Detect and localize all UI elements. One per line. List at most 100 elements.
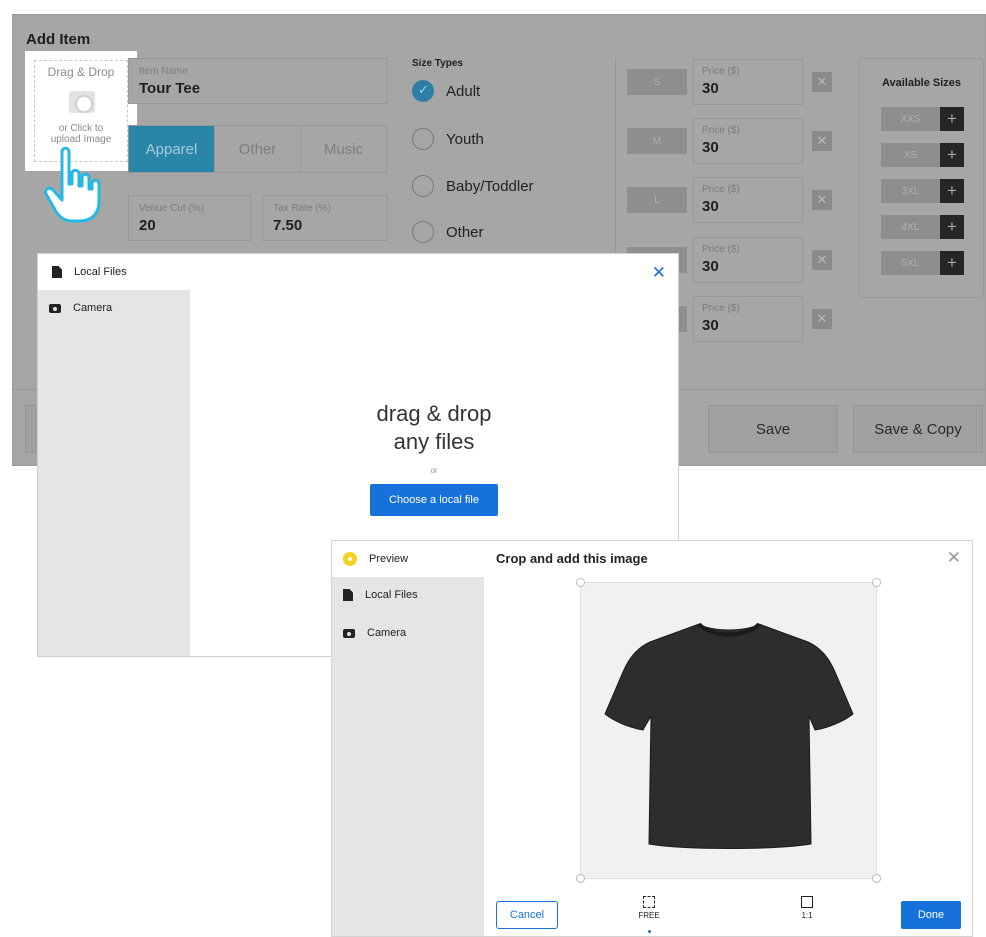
selected-indicator <box>648 930 651 933</box>
camera-icon <box>49 303 61 313</box>
crop-sidebar: Preview Local Files Camera <box>332 541 484 936</box>
crop-handle[interactable] <box>872 578 881 587</box>
radio-other[interactable]: Other <box>412 221 484 243</box>
venue-cut-label: Venue Cut (%) <box>139 203 205 214</box>
size-label: 4XL <box>881 215 940 239</box>
sidebar-item-preview[interactable]: Preview <box>332 541 484 577</box>
crop-square-label: 1:1 <box>801 911 813 920</box>
file-icon <box>52 266 62 278</box>
size-chip-l[interactable]: L <box>627 187 687 213</box>
radio-baby-toddler[interactable]: Baby/Toddler <box>412 175 534 197</box>
add-size-5xl[interactable]: 5XL + <box>881 251 964 275</box>
sidebar-item-label: Preview <box>369 553 409 565</box>
choose-local-file-button[interactable]: Choose a local file <box>370 484 498 516</box>
add-size-xxs[interactable]: XXS + <box>881 107 964 131</box>
crop-square-option[interactable]: 1:1 <box>787 896 827 920</box>
camera-icon <box>343 628 355 638</box>
available-sizes-title: Available Sizes <box>881 77 962 89</box>
tax-rate-label: Tax Rate (%) <box>273 203 331 214</box>
save-and-copy-button[interactable]: Save & Copy <box>853 405 983 453</box>
crop-square-icon <box>801 896 813 908</box>
crop-modal: Preview Local Files Camera Crop and add … <box>331 540 973 937</box>
screen-root: Add Item Drag & Drop or Click to upload … <box>0 0 986 937</box>
sidebar-item-camera[interactable]: Camera <box>49 302 112 314</box>
price-value: 30 <box>702 80 719 97</box>
tab-music[interactable]: Music <box>300 126 386 172</box>
radio-youth[interactable]: Youth <box>412 128 484 150</box>
drag-drop-line2: any files <box>393 429 475 454</box>
close-icon[interactable]: ✕ <box>652 263 666 283</box>
sidebar-item-camera[interactable]: Camera <box>343 627 406 639</box>
crop-free-option[interactable]: FREE <box>629 896 669 920</box>
drag-drop-line1: drag & drop <box>376 401 492 426</box>
plus-icon[interactable]: + <box>940 251 964 275</box>
price-label: Price ($) <box>702 244 740 255</box>
close-icon[interactable]: ✕ <box>947 548 961 568</box>
upload-modal-header: Local Files ✕ <box>38 254 678 290</box>
size-types-label: Size Types <box>412 58 463 69</box>
crop-handle[interactable] <box>576 874 585 883</box>
price-field-l[interactable]: Price ($) 30 <box>693 177 803 223</box>
radio-adult[interactable]: Adult <box>412 80 480 102</box>
done-button[interactable]: Done <box>901 901 961 929</box>
available-sizes-panel: Available Sizes XXS + XS + 3XL + 4XL + 5XL + <box>859 58 984 298</box>
sidebar-item-local-files[interactable]: Local Files <box>343 589 418 601</box>
item-name-field[interactable]: Item Name Tour Tee <box>128 58 388 104</box>
price-field-m[interactable]: Price ($) 30 <box>693 118 803 164</box>
crop-free-label: FREE <box>638 911 660 920</box>
radio-circle <box>412 128 434 150</box>
size-chip-s[interactable]: S <box>627 69 687 95</box>
preview-icon <box>343 552 357 566</box>
crop-handle[interactable] <box>576 578 585 587</box>
item-name-value: Tour Tee <box>139 80 201 97</box>
or-text: or <box>430 466 438 475</box>
remove-size-m-close-icon[interactable]: ✕ <box>812 131 832 151</box>
sidebar-item-label: Local Files <box>365 589 418 601</box>
upload-modal-title: Local Files <box>74 266 127 278</box>
dropzone-title: Drag & Drop <box>47 65 115 79</box>
price-value: 30 <box>702 139 719 156</box>
tshirt-image <box>604 622 854 849</box>
checkmark-icon <box>412 80 434 102</box>
radio-adult-label: Adult <box>446 82 481 100</box>
venue-cut-field[interactable]: Venue Cut (%) 20 <box>128 195 251 241</box>
radio-circle <box>412 221 434 243</box>
plus-icon[interactable]: + <box>940 179 964 203</box>
cancel-button[interactable]: Cancel <box>496 901 558 929</box>
size-label: XS <box>881 143 940 167</box>
price-value: 30 <box>702 258 719 275</box>
price-label: Price ($) <box>702 125 740 136</box>
size-chip-m[interactable]: M <box>627 128 687 154</box>
plus-icon[interactable]: + <box>940 143 964 167</box>
add-size-4xl[interactable]: 4XL + <box>881 215 964 239</box>
price-field-s[interactable]: Price ($) 30 <box>693 59 803 105</box>
remove-size-close-icon[interactable]: ✕ <box>812 309 832 329</box>
camera-icon <box>69 91 95 113</box>
price-field[interactable]: Price ($) 30 <box>693 237 803 283</box>
tab-apparel[interactable]: Apparel <box>129 126 214 172</box>
sidebar-item-label: Camera <box>73 302 113 314</box>
price-value: 30 <box>702 198 719 215</box>
dropzone-hint-line1: or Click to <box>58 123 104 134</box>
remove-size-s-close-icon[interactable]: ✕ <box>812 72 832 92</box>
tab-other[interactable]: Other <box>214 126 300 172</box>
size-label: 3XL <box>881 179 940 203</box>
save-button[interactable]: Save <box>708 405 838 453</box>
size-label: 5XL <box>881 251 940 275</box>
file-icon <box>343 589 353 601</box>
plus-icon[interactable]: + <box>940 215 964 239</box>
price-field[interactable]: Price ($) 30 <box>693 296 803 342</box>
category-selector: Apparel Other Music <box>128 125 387 173</box>
dropzone-hint: or Click to upload Image <box>35 123 127 145</box>
sidebar-item-label: Camera <box>367 627 407 639</box>
crop-area[interactable] <box>576 578 881 883</box>
price-value: 30 <box>702 317 719 334</box>
upload-sidebar: Camera <box>38 290 190 656</box>
tax-rate-field[interactable]: Tax Rate (%) 7.50 <box>262 195 388 241</box>
plus-icon[interactable]: + <box>940 107 964 131</box>
add-size-3xl[interactable]: 3XL + <box>881 179 964 203</box>
add-size-xs[interactable]: XS + <box>881 143 964 167</box>
crop-handle[interactable] <box>872 874 881 883</box>
remove-size-l-close-icon[interactable]: ✕ <box>812 190 832 210</box>
remove-size-close-icon[interactable]: ✕ <box>812 250 832 270</box>
